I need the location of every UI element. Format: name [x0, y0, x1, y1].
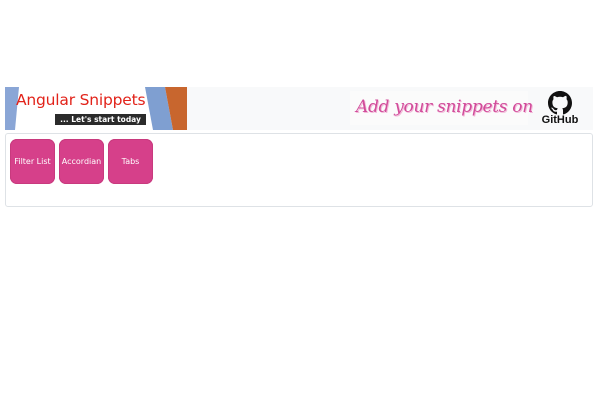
github-icon	[548, 91, 572, 115]
tabs-button[interactable]: Tabs	[108, 139, 153, 184]
promo-banner: Add your snippets on	[350, 91, 533, 125]
header-bar: Angular Snippets ... Let's start today A…	[5, 87, 593, 130]
accordian-button[interactable]: Accordian	[59, 139, 104, 184]
snippet-panel: Filter List Accordian Tabs	[5, 133, 593, 207]
logo-title: Angular Snippets	[16, 91, 146, 109]
logo-tagline: ... Let's start today	[55, 114, 146, 125]
promo-text: Add your snippets on	[356, 97, 533, 117]
site-logo[interactable]: Angular Snippets ... Let's start today	[5, 87, 187, 130]
github-label: GitHub	[541, 114, 579, 126]
github-link[interactable]: GitHub	[538, 90, 582, 128]
filter-list-button[interactable]: Filter List	[10, 139, 55, 184]
